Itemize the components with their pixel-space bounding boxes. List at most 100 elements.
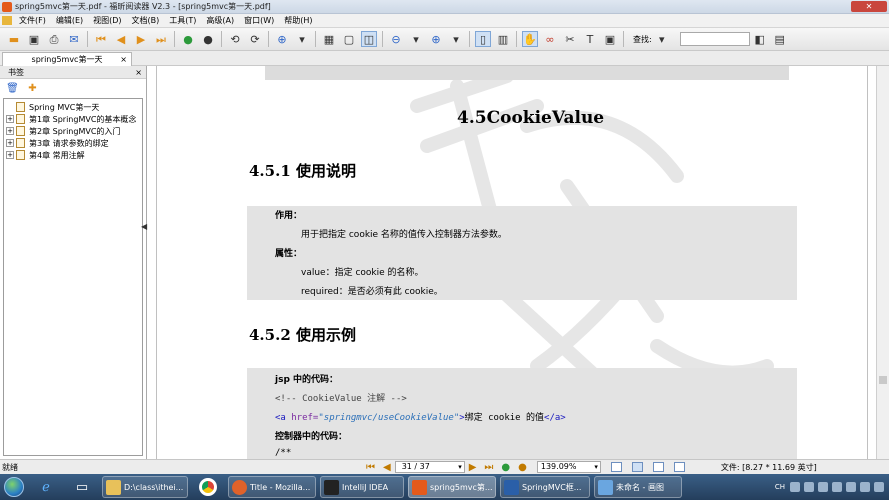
vertical-scrollbar[interactable]: [876, 66, 889, 459]
text-select-icon[interactable]: T: [582, 31, 598, 47]
status-back-icon[interactable]: ●: [501, 462, 510, 473]
ie-taskbar-icon[interactable]: ℯ: [33, 476, 59, 498]
last-page-icon[interactable]: ⏭: [153, 31, 169, 47]
continuous-view-icon[interactable]: [631, 462, 643, 472]
fit-page-icon[interactable]: ▢: [341, 31, 357, 47]
single-page-icon[interactable]: ▯: [475, 31, 491, 47]
forward-icon[interactable]: ●: [200, 31, 216, 47]
bookmark-icon: [16, 114, 25, 124]
start-button[interactable]: [0, 474, 28, 500]
email-icon[interactable]: ✉: [66, 31, 82, 47]
open-folder-icon[interactable]: ▬: [6, 31, 22, 47]
volume-icon[interactable]: [860, 482, 870, 492]
menu-window[interactable]: 窗口(W): [239, 15, 279, 26]
scrollbar-thumb[interactable]: [879, 376, 887, 384]
rotate-left-icon[interactable]: ⟲: [227, 31, 243, 47]
menu-help[interactable]: 帮助(H): [279, 15, 317, 26]
status-forward-icon[interactable]: ●: [518, 462, 527, 473]
zoom-level-select[interactable]: 139.09% ▾: [536, 461, 601, 473]
network-icon[interactable]: [846, 482, 856, 492]
loupe-tool-icon[interactable]: ∞: [542, 31, 558, 47]
continuous-page-icon[interactable]: ▥: [495, 31, 511, 47]
taskbar-button-firefox[interactable]: Title - Mozilla...: [228, 476, 316, 498]
first-page-icon[interactable]: ⏮: [93, 31, 109, 47]
menu-advanced[interactable]: 高级(A): [201, 15, 239, 26]
flag-icon[interactable]: [874, 482, 884, 492]
zoom-in-dropdown-icon[interactable]: ▾: [448, 31, 464, 47]
document-menu-icon[interactable]: [2, 16, 12, 25]
help-icon[interactable]: [804, 482, 814, 492]
hand-tool-icon[interactable]: ✋: [522, 31, 538, 47]
status-text: 就绪: [2, 462, 18, 472]
tree-expand-icon[interactable]: +: [6, 139, 14, 147]
tree-expand-icon[interactable]: +: [6, 127, 14, 135]
menu-tools[interactable]: 工具(T): [164, 15, 201, 26]
taskbar-button-foxit[interactable]: spring5mvc第...: [408, 476, 496, 498]
find-next-icon[interactable]: ▤: [772, 31, 788, 47]
continuous-facing-view-icon[interactable]: [673, 462, 685, 472]
document-tab[interactable]: spring5mvc第一天 ×: [2, 52, 132, 66]
page-number-input[interactable]: 31 / 37 ▾: [394, 461, 465, 473]
window-close-button[interactable]: ✕: [851, 1, 887, 12]
status-prev-page-icon[interactable]: ◀: [383, 462, 391, 473]
zoom-icon[interactable]: ⊕: [274, 31, 290, 47]
zoom-dropdown-icon[interactable]: ▾: [294, 31, 310, 47]
delete-bookmark-icon[interactable]: 🗑: [6, 82, 19, 95]
actual-size-icon[interactable]: ▦: [321, 31, 337, 47]
keyboard-icon[interactable]: [790, 482, 800, 492]
status-next-page-icon[interactable]: ▶: [469, 462, 477, 473]
taskbar-button-word[interactable]: SpringMVC框...: [500, 476, 590, 498]
print-icon[interactable]: ⎙: [46, 31, 62, 47]
tray-app-icon[interactable]: [832, 482, 842, 492]
menu-file[interactable]: 文件(F): [14, 15, 51, 26]
tray-app-icon[interactable]: [818, 482, 828, 492]
zoom-in-icon[interactable]: ⊕: [428, 31, 444, 47]
snapshot-tool-icon[interactable]: ✂: [562, 31, 578, 47]
toolbar-separator: [268, 31, 269, 47]
zoom-out-dropdown-icon[interactable]: ▾: [408, 31, 424, 47]
document-viewer[interactable]: 4.5CookieValue 4.5.1 使用说明 作用： 用于把指定 cook…: [148, 66, 876, 459]
back-icon[interactable]: ●: [180, 31, 196, 47]
toolbar-separator: [174, 31, 175, 47]
toolbar-separator: [516, 31, 517, 47]
single-page-view-icon[interactable]: [610, 462, 622, 472]
bookmark-item[interactable]: + 第2章 SpringMVC的入门: [4, 125, 142, 137]
next-page-icon[interactable]: ▶: [133, 31, 149, 47]
fit-width-icon[interactable]: ◫: [361, 31, 377, 47]
usage-description-box: 作用： 用于把指定 cookie 名称的值传入控制器方法参数。 属性： valu…: [247, 206, 797, 300]
code-attr-value: "springmvc/useCookieValue": [318, 413, 460, 423]
bookmark-item[interactable]: + 第4章 常用注解: [4, 149, 142, 161]
search-dropdown-icon[interactable]: ▾: [654, 31, 670, 47]
bookmark-panel-close-icon[interactable]: ×: [135, 66, 142, 79]
bookmark-panel-header: 书签 ×: [0, 66, 146, 79]
prev-page-icon[interactable]: ◀: [113, 31, 129, 47]
collapse-panel-icon[interactable]: ◀: [141, 222, 147, 231]
ime-indicator[interactable]: CH: [775, 483, 785, 491]
status-last-page-icon[interactable]: ⏭: [484, 462, 493, 473]
menu-document[interactable]: 文档(B): [127, 15, 165, 26]
zoom-out-icon[interactable]: ⊖: [388, 31, 404, 47]
facing-view-icon[interactable]: [652, 462, 664, 472]
bookmark-item[interactable]: Spring MVC第一天: [4, 101, 142, 113]
rotate-right-icon[interactable]: ⟳: [247, 31, 263, 47]
zoom-level-dropdown-icon[interactable]: ▾: [594, 462, 598, 472]
page-dropdown-icon[interactable]: ▾: [458, 462, 462, 472]
tree-expand-icon[interactable]: +: [6, 151, 14, 159]
search-input[interactable]: [679, 32, 750, 46]
status-first-page-icon[interactable]: ⏮: [366, 462, 375, 473]
taskbar-button-intellij[interactable]: IntelliJ IDEA: [320, 476, 404, 498]
tree-expand-icon[interactable]: +: [6, 115, 14, 123]
taskbar-button-paint[interactable]: 未命名 - 画图: [594, 476, 682, 498]
bookmark-item[interactable]: + 第1章 SpringMVC的基本概念: [4, 113, 142, 125]
save-icon[interactable]: ▣: [26, 31, 42, 47]
bookmark-item[interactable]: + 第3章 请求参数的绑定: [4, 137, 142, 149]
chrome-taskbar-icon[interactable]: [195, 476, 221, 498]
find-previous-icon[interactable]: ◧: [752, 31, 768, 47]
add-bookmark-icon[interactable]: ✚: [26, 82, 39, 95]
menu-view[interactable]: 视图(D): [88, 15, 126, 26]
computer-taskbar-icon[interactable]: ▭: [69, 476, 95, 498]
menu-edit[interactable]: 编辑(E): [51, 15, 88, 26]
taskbar-button-explorer[interactable]: D:\class\ithei...: [102, 476, 188, 498]
document-tab-close-icon[interactable]: ×: [120, 53, 127, 66]
image-select-icon[interactable]: ▣: [602, 31, 618, 47]
